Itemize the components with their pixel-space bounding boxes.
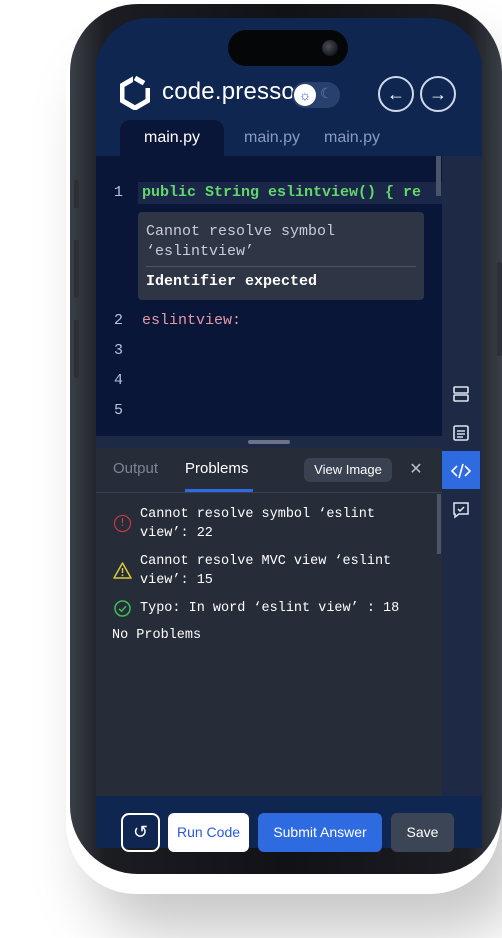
problem-text: Cannot resolve MVC view ‘eslint (140, 554, 392, 569)
forward-button[interactable]: → (420, 76, 456, 112)
line-number: 1 (114, 184, 124, 201)
problem-text: Cannot resolve symbol ‘eslint (140, 507, 375, 522)
sun-icon: ☼ (294, 84, 316, 106)
dynamic-island (228, 30, 348, 66)
submit-answer-button[interactable]: Submit Answer (258, 813, 382, 852)
bottom-panel (96, 448, 442, 796)
resize-handle-icon[interactable] (248, 440, 290, 444)
arrow-right-icon: → (429, 84, 447, 104)
undo-icon: ↺ (132, 822, 149, 842)
line-number: 2 (114, 312, 124, 329)
code-line-1[interactable]: public String eslintview() { re (142, 184, 421, 201)
problem-item[interactable]: Cannot resolve MVC view ‘eslint view’: 1… (140, 552, 391, 590)
check-circle-icon (114, 600, 131, 617)
problem-text: view’: 22 (140, 526, 213, 541)
brand-name: code.presso (162, 78, 295, 105)
volume-up-button (74, 240, 79, 298)
editor-scrollbar[interactable] (436, 156, 441, 196)
tab-main-py-2[interactable]: main.py (244, 120, 300, 156)
warning-icon (113, 562, 132, 579)
tab-output[interactable]: Output (113, 460, 158, 477)
tab-main-py-3[interactable]: main.py (324, 120, 380, 156)
tab-main-py-1[interactable]: main.py (120, 120, 225, 156)
view-image-button[interactable]: View Image (304, 458, 392, 482)
power-button (497, 262, 502, 356)
mute-switch (74, 180, 79, 208)
volume-down-button (74, 320, 79, 378)
error-tooltip: Cannot resolve symbol ‘eslintview’ Ident… (138, 212, 424, 300)
line-number: 4 (114, 372, 124, 389)
line-number: 5 (114, 402, 124, 419)
theme-toggle[interactable]: ☼ ☾ (292, 82, 340, 108)
panel-divider (96, 492, 442, 493)
code-icon[interactable] (442, 451, 480, 489)
code-line-2[interactable]: eslintview: (142, 312, 241, 329)
problem-item[interactable]: Typo: In word ‘eslint view’ : 18 (140, 599, 399, 618)
document-icon[interactable] (442, 413, 480, 451)
problem-text: view’: 15 (140, 573, 213, 588)
arrow-left-icon: ← (387, 84, 405, 104)
layout-rows-icon[interactable] (442, 374, 480, 412)
chat-check-icon[interactable] (442, 490, 480, 528)
tooltip-message: Cannot resolve symbol ‘eslintview’ (146, 223, 336, 260)
save-button[interactable]: Save (391, 813, 454, 852)
tab-problems[interactable]: Problems (185, 460, 248, 477)
line-number: 3 (114, 342, 124, 359)
file-tabs: main.py main.py main.py (120, 120, 450, 156)
logo-icon (120, 76, 150, 110)
undo-button[interactable]: ↺ (121, 813, 160, 852)
moon-icon: ☾ (320, 85, 333, 101)
problem-text: Typo: In word ‘eslint view’ : 18 (140, 601, 400, 616)
error-icon: ! (114, 515, 131, 532)
tooltip-divider (146, 266, 416, 267)
panel-scrollbar[interactable] (437, 494, 441, 554)
back-button[interactable]: ← (378, 76, 414, 112)
tooltip-detail: Identifier expected (146, 273, 318, 290)
problem-item[interactable]: Cannot resolve symbol ‘eslint view’: 22 (140, 505, 375, 543)
no-problems-message: No Problems (112, 628, 202, 643)
camera-icon (322, 40, 338, 56)
run-code-button[interactable]: Run Code (168, 813, 249, 852)
close-icon[interactable]: ✕ (406, 458, 426, 482)
